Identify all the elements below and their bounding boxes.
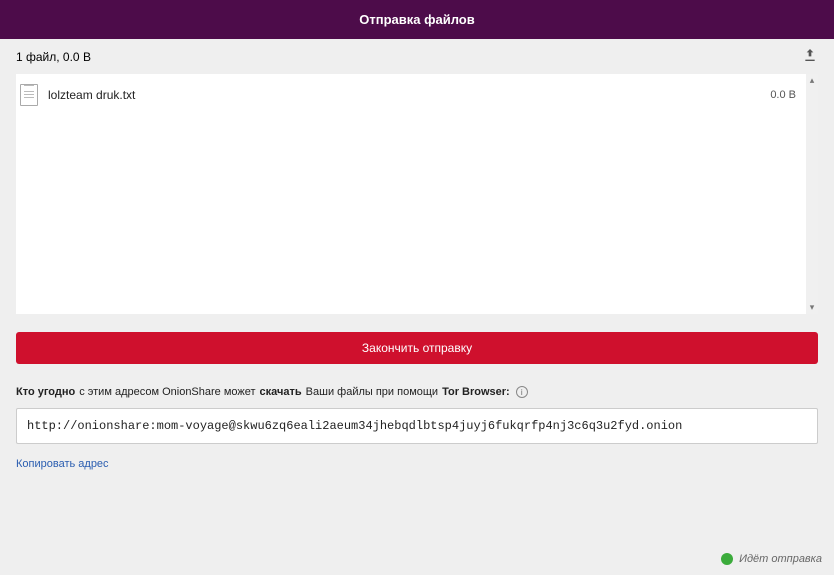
status-text: Идёт отправка — [739, 553, 822, 565]
file-name: lolzteam druk.txt — [48, 88, 770, 102]
info-text: Кто угодно с этим адресом OnionShare мож… — [16, 386, 818, 398]
file-icon — [20, 84, 38, 106]
scroll-down-icon[interactable]: ▾ — [810, 303, 815, 312]
info-bold-3: скачать — [260, 386, 302, 398]
info-bold-5: Tor Browser: — [442, 386, 510, 398]
copy-address-link[interactable]: Копировать адрес — [16, 458, 818, 470]
summary-bar: 1 файл, 0.0 B — [0, 39, 834, 74]
copy-address-label: Копировать адрес — [16, 458, 109, 470]
info-icon[interactable]: i — [516, 386, 528, 398]
share-url-text: http://onionshare:mom-voyage@skwu6zq6eal… — [27, 419, 682, 433]
file-list[interactable]: lolzteam druk.txt 0.0 B — [16, 74, 806, 314]
info-text-2: с этим адресом OnionShare может — [79, 386, 255, 398]
file-row[interactable]: lolzteam druk.txt 0.0 B — [16, 80, 806, 110]
file-list-container: lolzteam druk.txt 0.0 B ▴ ▾ — [16, 74, 818, 314]
status-bar: Идёт отправка — [721, 553, 822, 565]
info-text-4: Ваши файлы при помощи — [306, 386, 438, 398]
file-size: 0.0 B — [770, 89, 796, 101]
share-url-box[interactable]: http://onionshare:mom-voyage@skwu6zq6eal… — [16, 408, 818, 444]
header-title: Отправка файлов — [359, 12, 474, 27]
main-content: lolzteam druk.txt 0.0 B ▴ ▾ Закончить от… — [0, 74, 834, 486]
status-indicator-icon — [721, 553, 733, 565]
stop-sharing-button[interactable]: Закончить отправку — [16, 332, 818, 364]
header-bar: Отправка файлов — [0, 0, 834, 39]
summary-text: 1 файл, 0.0 B — [16, 50, 91, 64]
info-bold-1: Кто угодно — [16, 386, 75, 398]
stop-sharing-label: Закончить отправку — [362, 341, 472, 355]
scrollbar[interactable]: ▴ ▾ — [806, 74, 818, 314]
scroll-up-icon[interactable]: ▴ — [810, 76, 815, 85]
upload-icon[interactable] — [802, 47, 818, 66]
